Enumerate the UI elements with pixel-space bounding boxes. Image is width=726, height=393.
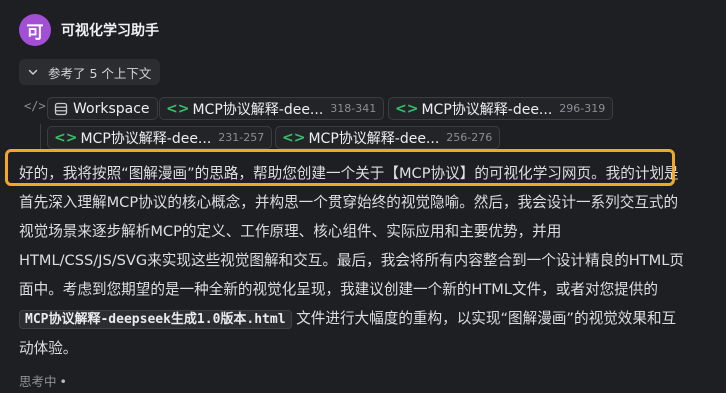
chip-line-range: 256-276 (446, 131, 493, 144)
assistant-message: 好的，我将按照“图解漫画”的思路，帮助您创建一个关于【MCP协议】的可视化学习网… (19, 159, 689, 363)
chip-label: MCP协议解释-dee... (80, 130, 212, 147)
thinking-dot: • (59, 374, 67, 389)
code-icon: </> (24, 99, 46, 113)
context-chip-file[interactable]: <> MCP协议解释-dee... 318-341 (159, 97, 385, 120)
context-toggle-button[interactable]: 参考了 5 个上下文 (19, 59, 161, 85)
chip-line-range: 296-319 (559, 102, 606, 115)
thinking-status: 思考中 • (19, 371, 67, 390)
context-toggle-label: 参考了 5 个上下文 (48, 65, 152, 81)
chip-label: MCP协议解释-dee... (192, 101, 324, 118)
database-icon (54, 102, 68, 115)
inline-code-filename: MCP协议解释-deepseek生成1.0版本.html (19, 310, 292, 329)
code-brackets-icon: <> (282, 129, 306, 146)
assistant-name: 可视化学习助手 (61, 23, 159, 39)
assistant-header: 可 可视化学习助手 (19, 14, 159, 46)
context-chip-file[interactable]: <> MCP协议解释-dee... 231-257 (47, 126, 273, 149)
context-chip-file[interactable]: <> MCP协议解释-dee... 296-319 (388, 97, 614, 120)
chip-line-range: 231-257 (218, 131, 265, 144)
code-brackets-icon: <> (395, 100, 419, 117)
chevron-down-icon (28, 69, 38, 75)
chip-label: MCP协议解释-dee... (421, 101, 553, 118)
context-chip-file[interactable]: <> MCP协议解释-dee... 256-276 (275, 126, 501, 149)
code-brackets-icon: <> (166, 100, 190, 117)
thinking-label: 思考中 (19, 374, 57, 389)
message-text: 好的，我将按照“图解漫画”的思路，帮助您创建一个关于【MCP协议】的可视化学习网… (19, 165, 685, 298)
code-brackets-icon: <> (54, 129, 78, 146)
context-chip-workspace[interactable]: Workspace (47, 97, 158, 120)
chip-label: Workspace (73, 100, 150, 117)
chip-label: MCP协议解释-dee... (308, 130, 440, 147)
context-divider (40, 124, 41, 152)
chip-line-range: 318-341 (330, 102, 377, 115)
assistant-avatar: 可 (19, 14, 51, 46)
